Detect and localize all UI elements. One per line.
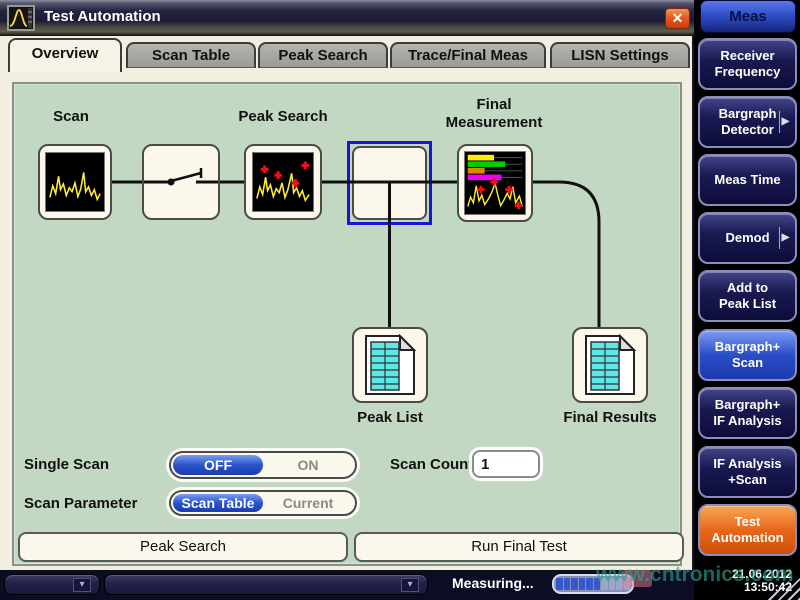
- progress-segment: [564, 578, 571, 590]
- status-bar: ▾ ▾ Measuring...: [0, 570, 694, 600]
- final-measurement-label: Final Measurement: [439, 96, 549, 132]
- dropdown-arrow-icon[interactable]: ▾: [401, 578, 419, 592]
- switch-icon: [144, 146, 218, 218]
- watermark-text: www.cntronics.com: [596, 563, 794, 587]
- scan-parameter-label: Scan Parameter: [24, 495, 137, 512]
- meas-menu-header[interactable]: Meas: [700, 0, 796, 33]
- softkey-if-analysis-scan[interactable]: IF Analysis +Scan: [698, 446, 797, 498]
- tab-lisn-settings[interactable]: LISN Settings: [550, 42, 690, 68]
- scan-count-input[interactable]: [472, 450, 540, 478]
- softkey-bargraph-if-analysis[interactable]: Bargraph+ IF Analysis: [698, 387, 797, 439]
- tab-trace-final-meas[interactable]: Trace/Final Meas: [390, 42, 546, 68]
- softkey-meas-time[interactable]: Meas Time: [698, 154, 797, 206]
- progress-segment: [571, 578, 578, 590]
- scan-label: Scan: [31, 108, 111, 125]
- peak-search-button[interactable]: Peak Search: [18, 532, 348, 562]
- window-title: Test Automation: [44, 0, 161, 34]
- peak-search-stage-icon[interactable]: [244, 144, 322, 220]
- scan-stage-icon[interactable]: [38, 144, 112, 220]
- status-dropdown-left[interactable]: ▾: [4, 574, 100, 595]
- peak-search-label: Peak Search: [223, 108, 343, 125]
- spectrum-app-icon: [7, 5, 35, 31]
- branch-node-selected[interactable]: [347, 141, 432, 225]
- status-dropdown-main[interactable]: ▾: [104, 574, 428, 595]
- progress-segment: [556, 578, 563, 590]
- tab-scan-table[interactable]: Scan Table: [126, 42, 256, 68]
- single-scan-label: Single Scan: [24, 456, 109, 473]
- peak-list-label: Peak List: [330, 409, 450, 426]
- title-bar: Test Automation ✕: [0, 0, 694, 36]
- progress-segment: [586, 578, 593, 590]
- softkey-bargraph-scan[interactable]: Bargraph+ Scan: [698, 329, 797, 381]
- scan-trace-icon: [45, 152, 105, 212]
- dropdown-arrow-icon[interactable]: ▾: [73, 578, 91, 592]
- test-automation-window: Test Automation ✕ Overview Scan Table Pe…: [0, 0, 800, 600]
- overview-diagram-area: Scan Peak Search Final Measurement Peak …: [12, 82, 682, 566]
- tab-peak-search[interactable]: Peak Search: [258, 42, 388, 68]
- final-measurement-trace-icon: [464, 151, 526, 215]
- progress-segment: [579, 578, 586, 590]
- softkey-sidebar: Meas Receiver Frequency Bargraph Detecto…: [694, 0, 800, 600]
- peak-list-stage-icon[interactable]: [352, 327, 428, 403]
- final-results-label: Final Results: [550, 409, 670, 426]
- switch-stage-icon[interactable]: [142, 144, 220, 220]
- scan-parameter-toggle: Scan Table Current: [169, 490, 357, 516]
- final-results-document-icon: [582, 334, 638, 396]
- peak-search-trace-icon: [252, 152, 314, 212]
- status-text: Measuring...: [452, 575, 534, 591]
- submenu-arrow-icon: ▶: [779, 111, 791, 133]
- single-scan-toggle: OFF ON: [169, 451, 357, 479]
- single-scan-off-option[interactable]: OFF: [173, 455, 263, 475]
- softkey-receiver-frequency[interactable]: Receiver Frequency: [698, 38, 797, 90]
- final-results-stage-icon[interactable]: [572, 327, 648, 403]
- softkey-test-automation[interactable]: Test Automation: [698, 504, 797, 556]
- submenu-arrow-icon: ▶: [779, 227, 791, 249]
- single-scan-on-option[interactable]: ON: [263, 455, 353, 475]
- close-icon[interactable]: ✕: [665, 8, 690, 29]
- scan-parameter-current-option[interactable]: Current: [263, 494, 353, 512]
- scan-parameter-scan-table-option[interactable]: Scan Table: [173, 494, 263, 512]
- softkey-demod[interactable]: Demod ▶: [698, 212, 797, 264]
- final-measurement-stage-icon[interactable]: [457, 144, 533, 222]
- scan-count-label: Scan Count: [390, 456, 473, 473]
- softkey-bargraph-detector[interactable]: Bargraph Detector ▶: [698, 96, 797, 148]
- run-final-test-button[interactable]: Run Final Test: [354, 532, 684, 562]
- main-panel: Overview Scan Table Peak Search Trace/Fi…: [0, 36, 694, 570]
- softkey-add-to-peak-list[interactable]: Add to Peak List: [698, 270, 797, 322]
- tab-overview[interactable]: Overview: [8, 38, 122, 72]
- peak-list-document-icon: [362, 334, 418, 396]
